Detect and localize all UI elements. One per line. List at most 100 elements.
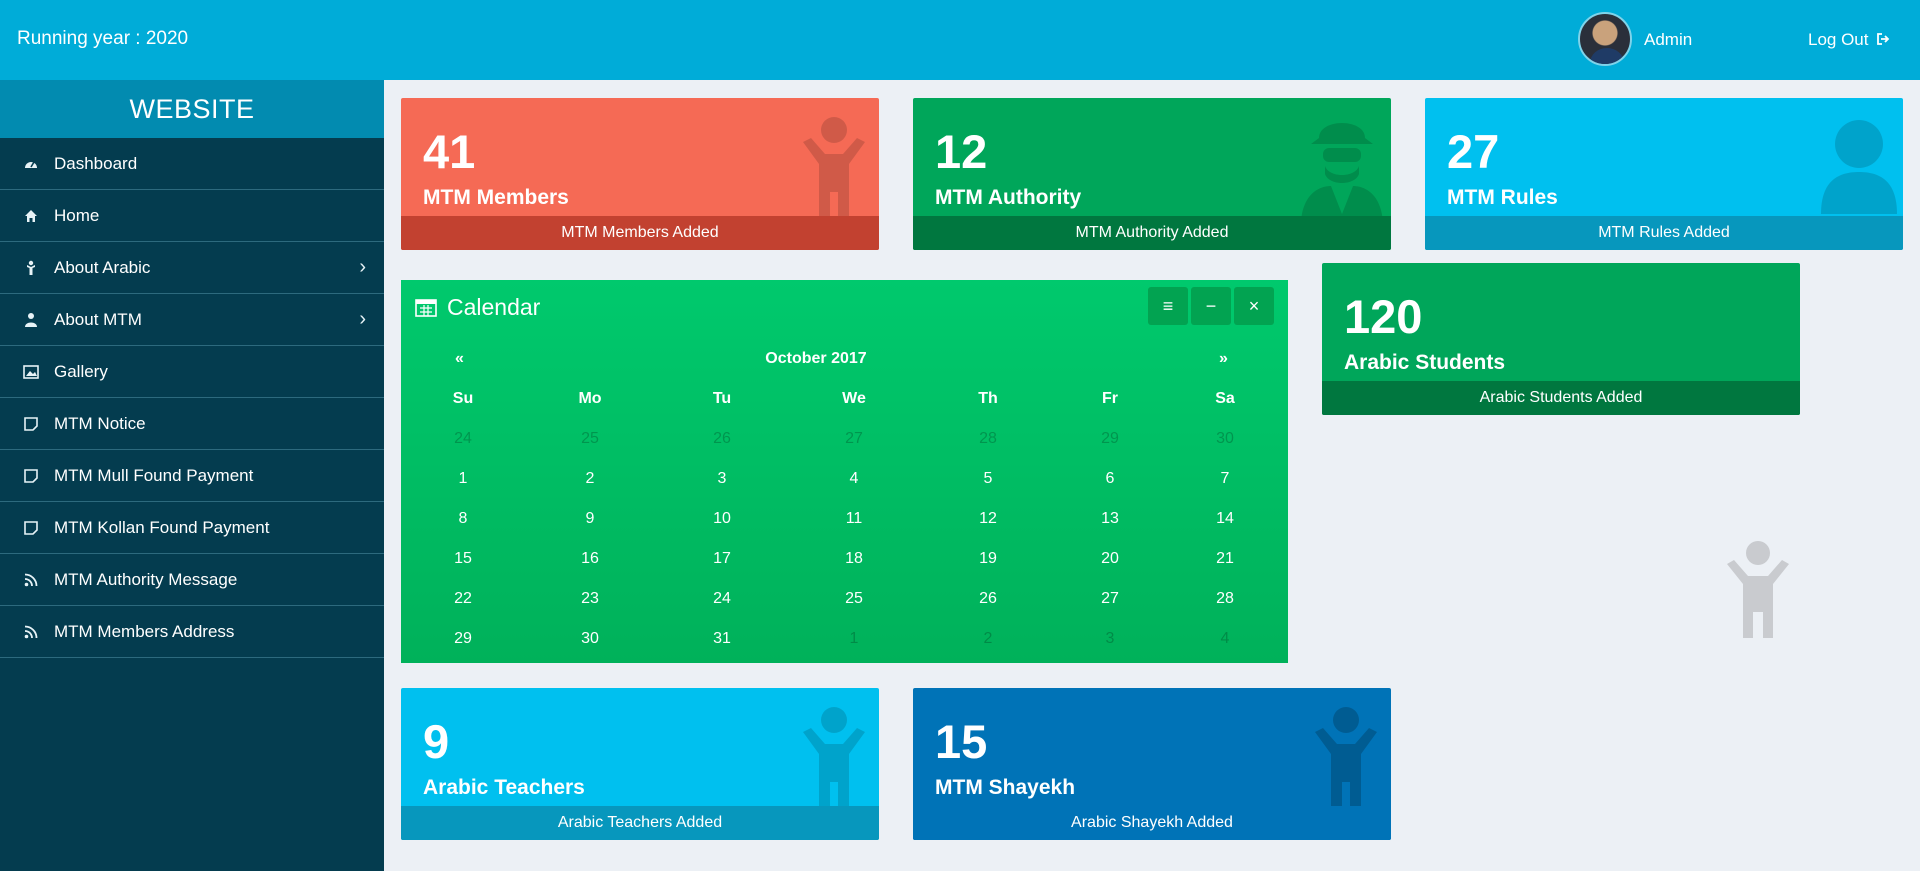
calendar-day[interactable]: 22 <box>423 590 503 608</box>
calendar-day[interactable]: 2 <box>550 470 630 488</box>
calendar-day[interactable]: 28 <box>948 430 1028 448</box>
rules-count: 27 <box>1447 125 1500 178</box>
calendar-weekday-header: Su <box>452 390 474 407</box>
calendar-day[interactable]: 16 <box>550 550 630 568</box>
members-footer-link[interactable]: MTM Members Added <box>401 216 879 250</box>
calendar-day[interactable]: 1 <box>423 470 503 488</box>
sidebar-item-label: Dashboard <box>54 153 138 173</box>
sidebar-item-label: MTM Kollan Found Payment <box>54 517 270 537</box>
sidebar-item-kollan-found-payment[interactable]: MTM Kollan Found Payment <box>0 502 384 554</box>
calendar-day[interactable]: 28 <box>1185 590 1265 608</box>
calendar-day[interactable]: 11 <box>814 510 894 528</box>
sidebar-item-label: About Arabic <box>54 257 151 277</box>
calendar-month-switch[interactable]: October 2017 <box>701 350 931 368</box>
calendar-day[interactable]: 20 <box>1070 550 1150 568</box>
sidebar-item-home[interactable]: Home <box>0 190 384 242</box>
calendar-day[interactable]: 3 <box>682 470 762 488</box>
sidebar-item-mull-found-payment[interactable]: MTM Mull Found Payment <box>0 450 384 502</box>
calendar-day[interactable]: 18 <box>814 550 894 568</box>
sidebar-item-about-mtm[interactable]: About MTM › <box>0 294 384 346</box>
shayekh-card: 15 MTM Shayekh Arabic Shayekh Added <box>913 688 1391 840</box>
admin-label[interactable]: Admin <box>1644 30 1692 50</box>
rules-card: 27 MTM Rules MTM Rules Added <box>1425 98 1903 250</box>
calendar-day[interactable]: 21 <box>1185 550 1265 568</box>
calendar-day[interactable]: 10 <box>682 510 762 528</box>
sidebar-brand[interactable]: WEBSITE <box>0 80 384 138</box>
rss-icon <box>24 625 38 638</box>
calendar-weekday-header: Fr <box>1102 390 1118 407</box>
running-year: Running year : 2020 <box>17 28 189 49</box>
calendar-day[interactable]: 19 <box>948 550 1028 568</box>
calendar-title: Calendar <box>447 294 541 320</box>
calendar-day[interactable]: 29 <box>1070 430 1150 448</box>
child-figure-icon <box>1727 541 1789 638</box>
calendar-day[interactable]: 24 <box>682 590 762 608</box>
calendar-day[interactable]: 26 <box>948 590 1028 608</box>
calendar-day[interactable]: 15 <box>423 550 503 568</box>
calendar-menu-button[interactable]: ≡ <box>1148 287 1188 325</box>
shayekh-footer-link[interactable]: Arabic Shayekh Added <box>913 806 1391 840</box>
calendar-next-button[interactable]: » <box>1219 350 1228 368</box>
chevron-right-icon: › <box>359 256 366 278</box>
rules-footer-link[interactable]: MTM Rules Added <box>1425 216 1903 250</box>
user-silhouette-icon <box>1821 120 1897 214</box>
calendar-day[interactable]: 31 <box>682 630 762 648</box>
sidebar-item-members-address[interactable]: MTM Members Address <box>0 606 384 658</box>
shayekh-count: 15 <box>935 715 988 768</box>
calendar-day[interactable]: 6 <box>1070 470 1150 488</box>
calendar-day[interactable]: 4 <box>1185 630 1265 648</box>
calendar-weekday-header: Tu <box>712 390 732 407</box>
sidebar-item-dashboard[interactable]: Dashboard <box>0 138 384 190</box>
sidebar-item-label: MTM Mull Found Payment <box>54 465 254 485</box>
students-count: 120 <box>1344 290 1423 343</box>
members-count: 41 <box>423 125 476 178</box>
sidebar-item-mtm-notice[interactable]: MTM Notice <box>0 398 384 450</box>
sidebar-item-label: MTM Notice <box>54 413 146 433</box>
calendar-day[interactable]: 13 <box>1070 510 1150 528</box>
calendar-day[interactable]: 30 <box>1185 430 1265 448</box>
calendar-day[interactable]: 9 <box>550 510 630 528</box>
calendar-day[interactable]: 17 <box>682 550 762 568</box>
admin-avatar[interactable] <box>1578 12 1632 66</box>
calendar-day[interactable]: 27 <box>814 430 894 448</box>
person-icon <box>27 260 35 275</box>
calendar-weekday-header: Sa <box>1215 390 1235 407</box>
note-icon <box>24 416 38 431</box>
calendar-day[interactable]: 5 <box>948 470 1028 488</box>
calendar-day[interactable]: 26 <box>682 430 762 448</box>
authority-label: MTM Authority <box>935 186 1082 209</box>
sidebar-item-gallery[interactable]: Gallery <box>0 346 384 398</box>
calendar-widget: Calendar ≡ − × « October 2017 » Su Mo Tu We… <box>401 280 1288 663</box>
authority-footer-link[interactable]: MTM Authority Added <box>913 216 1391 250</box>
calendar-minimize-button[interactable]: − <box>1191 287 1231 325</box>
calendar-day[interactable]: 25 <box>550 430 630 448</box>
logout-label: Log Out <box>1808 30 1869 49</box>
calendar-day[interactable]: 4 <box>814 470 894 488</box>
calendar-day[interactable]: 24 <box>423 430 503 448</box>
calendar-prev-button[interactable]: « <box>455 350 464 368</box>
calendar-day[interactable]: 3 <box>1070 630 1150 648</box>
calendar-day[interactable]: 7 <box>1185 470 1265 488</box>
logout-icon <box>1877 33 1890 45</box>
calendar-day[interactable]: 23 <box>550 590 630 608</box>
sidebar-item-authority-message[interactable]: MTM Authority Message <box>0 554 384 606</box>
calendar-day[interactable]: 14 <box>1185 510 1265 528</box>
logout-link[interactable]: Log Out <box>1808 30 1890 50</box>
calendar-close-button[interactable]: × <box>1234 287 1274 325</box>
calendar-day[interactable]: 8 <box>423 510 503 528</box>
calendar-day[interactable]: 2 <box>948 630 1028 648</box>
calendar-day[interactable]: 27 <box>1070 590 1150 608</box>
calendar-day[interactable]: 12 <box>948 510 1028 528</box>
calendar-header: Calendar ≡ − × <box>401 280 1288 338</box>
rules-label: MTM Rules <box>1447 186 1558 209</box>
calendar-day[interactable]: 30 <box>550 630 630 648</box>
image-icon <box>23 364 39 379</box>
students-footer-link[interactable]: Arabic Students Added <box>1322 381 1800 415</box>
sidebar-item-about-arabic[interactable]: About Arabic › <box>0 242 384 294</box>
calendar-day[interactable]: 1 <box>814 630 894 648</box>
calendar-day[interactable]: 29 <box>423 630 503 648</box>
teachers-card: 9 Arabic Teachers Arabic Teachers Added <box>401 688 879 840</box>
teachers-footer-link[interactable]: Arabic Teachers Added <box>401 806 879 840</box>
calendar-day[interactable]: 25 <box>814 590 894 608</box>
dashboard-icon <box>25 161 37 168</box>
